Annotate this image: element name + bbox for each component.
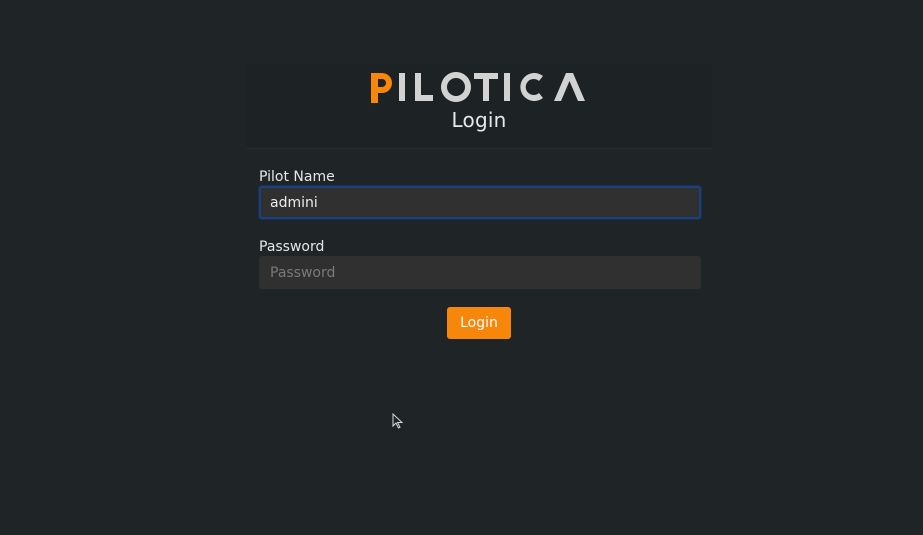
page-title: Login — [451, 108, 507, 132]
password-input[interactable] — [259, 256, 701, 289]
login-header: Login — [246, 64, 712, 149]
pilotica-logo-icon — [371, 72, 585, 103]
login-form: Pilot Name Password — [259, 168, 701, 289]
pilot-name-input[interactable] — [259, 186, 701, 219]
login-button[interactable]: Login — [447, 307, 511, 339]
pilot-name-label: Pilot Name — [259, 169, 335, 185]
password-label: Password — [259, 239, 325, 255]
pilotica-logo — [246, 67, 712, 105]
mouse-pointer-icon — [392, 412, 404, 433]
